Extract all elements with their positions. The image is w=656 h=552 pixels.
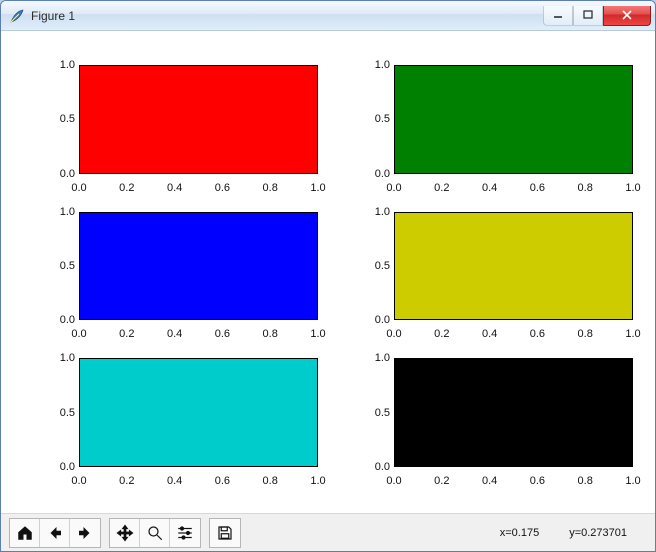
xtick-label: 0.6	[215, 475, 230, 487]
nav-toolbar: x=0.175 y=0.273701	[1, 513, 655, 551]
subplot-3: 0.00.51.00.00.20.40.60.81.0	[356, 202, 635, 343]
xtick-label: 0.8	[578, 475, 593, 487]
xtick-label: 0.4	[482, 475, 497, 487]
ytick-label: 0.0	[41, 461, 75, 473]
xtick-label: 0.4	[167, 328, 182, 340]
forward-button[interactable]	[70, 519, 100, 547]
ytick-label: 0.0	[41, 314, 75, 326]
xtick-label: 0.6	[530, 475, 545, 487]
plot-canvas[interactable]: 0.0 0.5 1.0 0.0 0.2 0.4 0.6 0.8 1.0 0.0 0.5 1.0 0.0 0…	[1, 31, 655, 513]
ytick-label: 1.0	[41, 352, 75, 364]
ytick-label: 0.0	[41, 168, 75, 180]
axes[interactable]	[394, 358, 633, 467]
ytick-label: 1.0	[356, 352, 390, 364]
cursor-x: x=0.175	[500, 527, 539, 539]
ytick-label: 0.5	[41, 113, 75, 125]
xtick-label: 0.4	[482, 182, 497, 194]
xtick-label: 0.0	[71, 182, 86, 194]
ytick-label: 0.0	[356, 461, 390, 473]
xtick-label: 0.0	[386, 182, 401, 194]
xtick-label: 1.0	[625, 182, 640, 194]
xtick-label: 0.2	[119, 182, 134, 194]
xtick-label: 0.6	[530, 328, 545, 340]
figure-window: Figure 1 0.00.51.00.00.20.40.60.81.00.00…	[0, 0, 656, 552]
xtick-label: 0.2	[434, 182, 449, 194]
subplot-5: 0.00.51.00.00.20.40.60.81.0	[356, 348, 635, 489]
xtick-label: 0.2	[119, 328, 134, 340]
ytick-label: 0.5	[356, 407, 390, 419]
xtick-label: 0.2	[119, 475, 134, 487]
fill-rect	[395, 213, 632, 320]
home-button[interactable]	[10, 519, 40, 547]
axes[interactable]	[79, 358, 318, 467]
pan-button[interactable]	[110, 519, 140, 547]
fill-rect	[80, 359, 317, 466]
ytick-label: 0.5	[356, 260, 390, 272]
ytick-label: 0.5	[41, 260, 75, 272]
xtick-label: 0.0	[71, 328, 86, 340]
xtick-label: 1.0	[310, 328, 325, 340]
ytick-label: 1.0	[41, 59, 75, 71]
zoom-button[interactable]	[140, 519, 170, 547]
xtick-label: 0.0	[71, 475, 86, 487]
configure-subplots-button[interactable]	[170, 519, 200, 547]
xtick-label: 0.8	[263, 328, 278, 340]
xtick-label: 1.0	[625, 475, 640, 487]
xtick-label: 0.8	[263, 182, 278, 194]
xtick-label: 0.8	[263, 475, 278, 487]
xtick-label: 0.6	[530, 182, 545, 194]
fill-rect	[395, 359, 632, 466]
ytick-label: 0.5	[41, 407, 75, 419]
save-button[interactable]	[210, 519, 240, 547]
ytick-label: 1.0	[41, 206, 75, 218]
xtick-label: 0.0	[386, 328, 401, 340]
axes[interactable]	[79, 65, 318, 174]
maximize-button[interactable]	[573, 6, 603, 26]
xtick-label: 1.0	[310, 475, 325, 487]
titlebar[interactable]: Figure 1	[1, 1, 655, 31]
ytick-label: 1.0	[356, 206, 390, 218]
subplot-2: 0.00.51.00.00.20.40.60.81.0	[41, 202, 320, 343]
app-icon	[9, 8, 25, 24]
xtick-label: 0.6	[215, 328, 230, 340]
subplot-0: 0.00.51.00.00.20.40.60.81.0	[41, 55, 320, 196]
ytick-label: 0.0	[356, 314, 390, 326]
axes[interactable]	[394, 212, 633, 321]
fill-rect	[80, 213, 317, 320]
ytick-label: 0.5	[356, 113, 390, 125]
window-title: Figure 1	[31, 9, 543, 23]
close-button[interactable]	[603, 6, 651, 26]
axes[interactable]	[394, 65, 633, 174]
ytick-label: 0.0	[356, 168, 390, 180]
xtick-label: 0.4	[167, 182, 182, 194]
xtick-label: 1.0	[625, 328, 640, 340]
xtick-label: 0.8	[578, 328, 593, 340]
back-button[interactable]	[40, 519, 70, 547]
xtick-label: 0.0	[386, 475, 401, 487]
xtick-label: 0.2	[434, 328, 449, 340]
xtick-label: 0.8	[578, 182, 593, 194]
fill-rect	[395, 66, 632, 173]
xtick-label: 0.4	[482, 328, 497, 340]
cursor-y: y=0.273701	[569, 527, 627, 539]
xtick-label: 0.2	[434, 475, 449, 487]
subplot-grid: 0.0 0.5 1.0 0.0 0.2 0.4 0.6 0.8 1.0 0.0 0.5 1.0 0.0 0…	[41, 55, 635, 489]
fill-rect	[80, 66, 317, 173]
subplot-4: 0.00.51.00.00.20.40.60.81.0	[41, 348, 320, 489]
xtick-label: 1.0	[310, 182, 325, 194]
subplot-1: 0.00.51.00.00.20.40.60.81.0	[356, 55, 635, 196]
xtick-label: 0.6	[215, 182, 230, 194]
xtick-label: 0.4	[167, 475, 182, 487]
ytick-label: 1.0	[356, 59, 390, 71]
axes[interactable]	[79, 212, 318, 321]
minimize-button[interactable]	[543, 6, 573, 26]
